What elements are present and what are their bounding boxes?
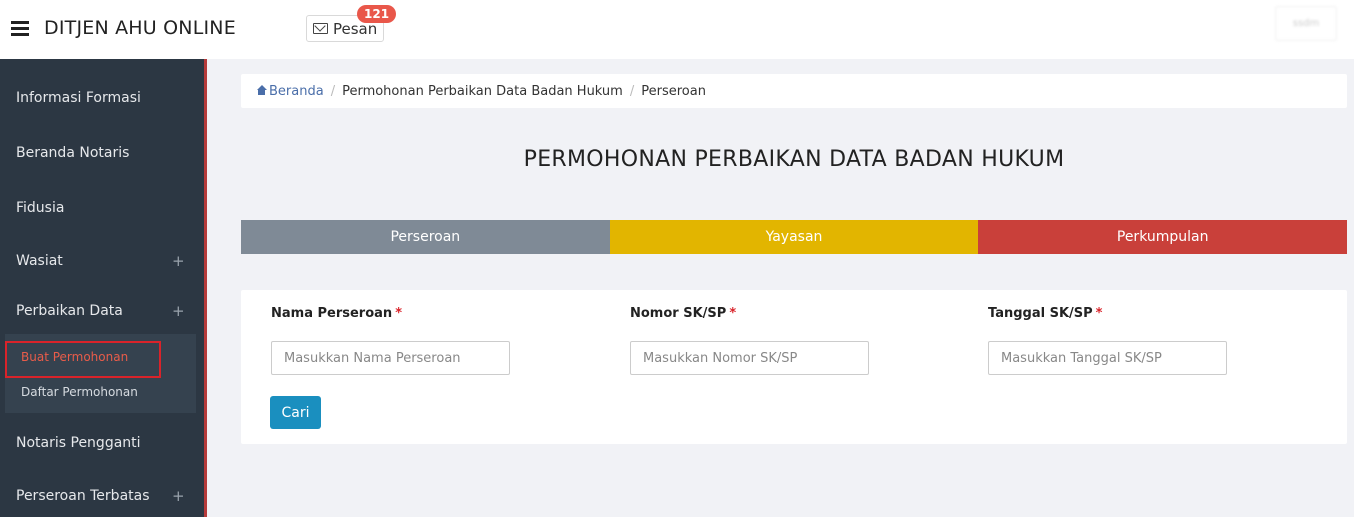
envelope-icon <box>313 23 328 34</box>
plus-icon[interactable]: + <box>172 302 185 320</box>
tab-yayasan[interactable]: Yayasan <box>609 220 979 254</box>
breadcrumb: Beranda / Permohonan Perbaikan Data Bada… <box>241 74 1347 108</box>
nomor-sk-label-text: Nomor SK/SP <box>630 306 727 321</box>
tab-perseroan[interactable]: Perseroan <box>241 220 610 254</box>
breadcrumb-current: Perseroan <box>641 83 706 99</box>
tanggal-sk-input[interactable] <box>988 341 1227 375</box>
nomor-sk-input[interactable] <box>630 341 869 375</box>
home-icon <box>256 84 267 96</box>
sidebar-item-informasi-formasi[interactable]: Informasi Formasi <box>16 90 141 106</box>
required-mark: * <box>729 306 737 321</box>
highlight-box <box>5 341 161 378</box>
sidebar-item-beranda-notaris[interactable]: Beranda Notaris <box>16 145 129 161</box>
cari-button[interactable]: Cari <box>270 396 321 429</box>
message-count-badge: 121 <box>357 5 397 23</box>
user-menu-button[interactable]: ssdm <box>1275 6 1337 41</box>
sidebar-item-notaris-pengganti[interactable]: Notaris Pengganti <box>16 435 141 451</box>
nomor-sk-label: Nomor SK/SP * <box>630 306 736 321</box>
tanggal-sk-label-text: Tanggal SK/SP <box>988 306 1093 321</box>
sidebar-subitem-daftar-permohonan[interactable]: Daftar Permohonan <box>21 385 138 399</box>
required-mark: * <box>1095 306 1103 321</box>
tab-perkumpulan[interactable]: Perkumpulan <box>978 220 1348 254</box>
plus-icon[interactable]: + <box>172 252 185 270</box>
plus-icon[interactable]: + <box>172 487 185 505</box>
sidebar-item-perbaikan-data[interactable]: Perbaikan Data <box>16 303 123 319</box>
entity-type-tabs: Perseroan Yayasan Perkumpulan <box>241 220 1348 254</box>
brand-title[interactable]: DITJEN AHU ONLINE <box>44 17 236 39</box>
required-mark: * <box>395 306 402 321</box>
top-navbar: DITJEN AHU ONLINE Pesan 121 ssdm <box>0 0 1354 59</box>
breadcrumb-home-link[interactable]: Beranda <box>256 84 324 99</box>
sidebar-item-fidusia[interactable]: Fidusia <box>16 200 64 216</box>
page-title: PERMOHONAN PERBAIKAN DATA BADAN HUKUM <box>523 147 1065 172</box>
search-form-panel: Nama Perseroan* Nomor SK/SP* Tanggal SK/… <box>241 290 1347 444</box>
nama-perseroan-label: Nama Perseroan * <box>271 306 402 321</box>
hamburger-icon[interactable] <box>11 21 29 36</box>
sidebar-item-wasiat[interactable]: Wasiat <box>16 253 63 269</box>
nama-perseroan-label-text: Nama Perseroan <box>271 306 393 321</box>
breadcrumb-separator: / <box>629 83 635 99</box>
breadcrumb-item[interactable]: Permohonan Perbaikan Data Badan Hukum <box>342 84 623 99</box>
breadcrumb-home-label: Beranda <box>269 83 324 99</box>
sidebar-border <box>204 59 207 517</box>
sidebar-item-perseroan-terbatas[interactable]: Perseroan Terbatas <box>16 488 150 504</box>
nama-perseroan-input[interactable] <box>271 341 510 375</box>
tanggal-sk-label: Tanggal SK/SP * <box>988 306 1102 321</box>
user-name: ssdm <box>1292 18 1320 29</box>
breadcrumb-separator: / <box>330 83 336 99</box>
